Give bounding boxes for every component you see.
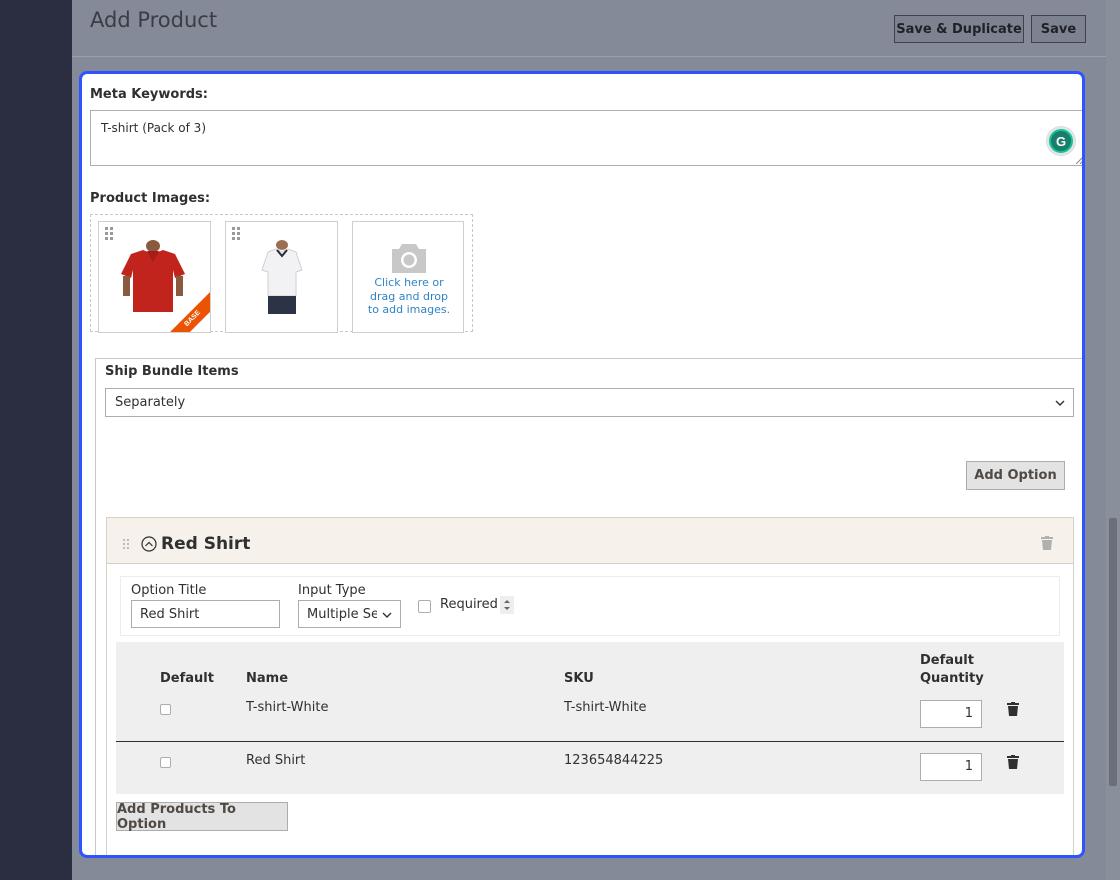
resize-handle-icon[interactable] bbox=[1076, 156, 1084, 164]
col-default: Default bbox=[160, 671, 214, 686]
option-header[interactable]: Red Shirt bbox=[106, 517, 1074, 564]
col-qty-line2: Quantity bbox=[920, 671, 984, 686]
product-image-white-shirt[interactable] bbox=[225, 221, 338, 333]
option-title-label: Option Title bbox=[131, 583, 207, 598]
product-images-label: Product Images: bbox=[90, 191, 211, 206]
ship-bundle-items-value: Separately bbox=[115, 395, 186, 410]
add-products-to-option-button[interactable]: Add Products To Option bbox=[116, 802, 288, 832]
page-title: Add Product bbox=[90, 8, 218, 32]
trash-icon[interactable] bbox=[1007, 755, 1019, 769]
save-button[interactable]: Save bbox=[1031, 15, 1086, 43]
row-name: T-shirt-White bbox=[246, 700, 329, 715]
add-option-button[interactable]: Add Option bbox=[966, 461, 1065, 490]
drag-handle-icon[interactable] bbox=[123, 539, 131, 552]
input-type-value: Multiple Select bbox=[307, 606, 377, 622]
white-shirt-image bbox=[261, 240, 303, 314]
option-fields: Option Title Red Shirt Input Type Multip… bbox=[120, 576, 1060, 636]
option-title: Red Shirt bbox=[161, 534, 251, 554]
required-label: Required bbox=[440, 597, 498, 612]
option-title-input[interactable]: Red Shirt bbox=[131, 600, 280, 628]
option-body: Option Title Red Shirt Input Type Multip… bbox=[106, 564, 1074, 855]
scrollbar-thumb[interactable] bbox=[1109, 518, 1117, 786]
col-sku: SKU bbox=[564, 671, 594, 686]
product-form-dialog: Meta Keywords: T-shirt (Pack of 3) G Pro… bbox=[79, 71, 1085, 858]
bundle-items-section: Ship Bundle Items Separately Add Option … bbox=[95, 358, 1082, 855]
row-sku: T-shirt-White bbox=[564, 700, 647, 715]
ship-bundle-items-label: Ship Bundle Items bbox=[105, 364, 239, 379]
col-default-quantity: Default Quantity bbox=[920, 652, 984, 688]
header-divider bbox=[72, 56, 1120, 57]
meta-keywords-textarea[interactable]: T-shirt (Pack of 3) G bbox=[90, 110, 1084, 166]
col-name: Name bbox=[246, 671, 289, 686]
row-sku: 123654844225 bbox=[564, 753, 664, 768]
grammarly-icon[interactable]: G bbox=[1047, 127, 1075, 155]
default-checkbox[interactable] bbox=[160, 704, 171, 715]
row-divider bbox=[116, 741, 1064, 742]
trash-icon[interactable] bbox=[1041, 536, 1053, 550]
camera-icon bbox=[392, 244, 426, 273]
drag-handle-icon[interactable] bbox=[105, 227, 115, 243]
sort-stepper-icon[interactable] bbox=[500, 596, 514, 614]
collapse-icon[interactable] bbox=[141, 536, 157, 552]
default-quantity-input[interactable]: 1 bbox=[920, 700, 982, 728]
uploader-text: Click here or drag and drop to add image… bbox=[367, 276, 451, 316]
default-checkbox[interactable] bbox=[160, 757, 171, 768]
meta-keywords-label: Meta Keywords: bbox=[90, 87, 208, 102]
product-image-red-shirt[interactable]: BASE bbox=[98, 221, 211, 333]
product-images-area: BASE Click here or drag and drop to add … bbox=[90, 214, 473, 333]
chevron-down-icon bbox=[382, 612, 392, 618]
save-duplicate-button[interactable]: Save & Duplicate bbox=[894, 15, 1024, 43]
default-quantity-input[interactable]: 1 bbox=[920, 753, 982, 781]
drag-handle-icon[interactable] bbox=[232, 227, 242, 243]
meta-keywords-value: T-shirt (Pack of 3) bbox=[101, 121, 206, 135]
red-shirt-image bbox=[121, 240, 185, 312]
chevron-down-icon bbox=[1055, 400, 1065, 406]
input-type-label: Input Type bbox=[298, 583, 366, 598]
input-type-select[interactable]: Multiple Select bbox=[298, 600, 401, 628]
row-name: Red Shirt bbox=[246, 753, 306, 768]
image-uploader[interactable]: Click here or drag and drop to add image… bbox=[352, 221, 464, 333]
page-scrollbar[interactable] bbox=[1106, 0, 1120, 880]
trash-icon[interactable] bbox=[1007, 702, 1019, 716]
option-products-table: Default Name SKU Default Quantity T-shir… bbox=[116, 642, 1064, 794]
ship-bundle-items-select[interactable]: Separately bbox=[105, 388, 1074, 417]
admin-sidebar bbox=[0, 0, 72, 880]
required-checkbox[interactable] bbox=[418, 600, 431, 613]
col-qty-line1: Default bbox=[920, 653, 974, 668]
